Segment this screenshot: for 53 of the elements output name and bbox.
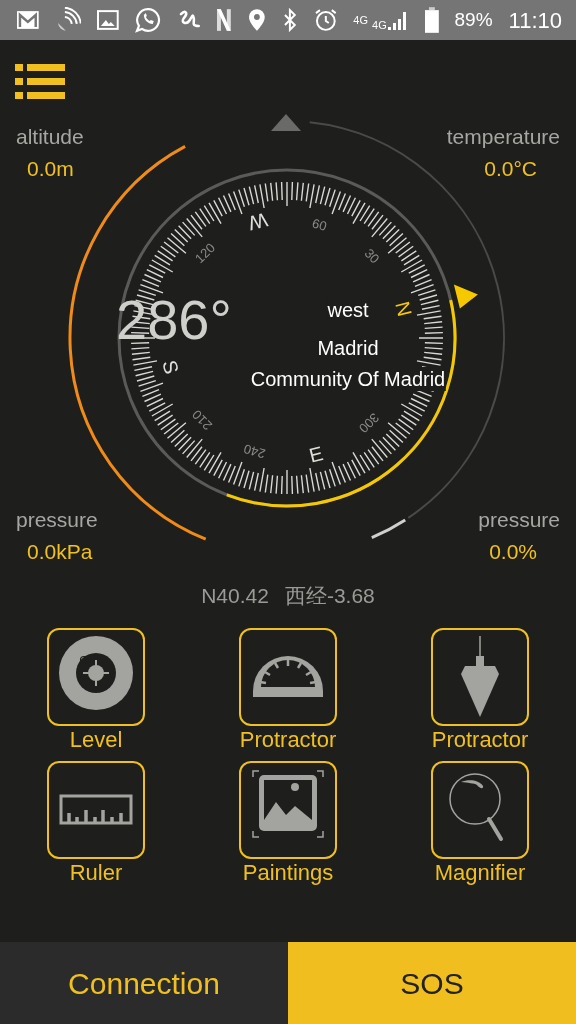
degree-label: 210 <box>189 407 216 433</box>
cardinal-label: W <box>246 208 270 235</box>
battery-percent: 89% <box>454 7 493 32</box>
reading-value: 0.0% <box>489 539 537 565</box>
latitude-text: N40.42 <box>201 583 269 609</box>
reading-label: pressure <box>478 507 560 533</box>
letter-logo-icon <box>216 8 233 32</box>
reading-value: 0.0m <box>27 156 74 182</box>
tool-label: Paintings <box>242 858 334 887</box>
tool-button[interactable] <box>431 628 529 726</box>
menu-icon[interactable] <box>15 64 65 100</box>
degree-label: 240 <box>242 441 267 462</box>
reading-value: 0.0°C <box>484 156 537 182</box>
degree-label: 300 <box>356 409 382 436</box>
battery-icon <box>424 7 439 33</box>
cardinal-label: S <box>158 357 183 377</box>
reading-value: 0.0kPa <box>27 539 93 565</box>
ruler-icon <box>59 794 133 826</box>
degree-label: 60 <box>310 215 329 234</box>
tool-button[interactable] <box>47 628 145 726</box>
reading-label: temperature <box>446 124 560 150</box>
tool-label: Level <box>69 726 123 754</box>
region-text: Community Of Madrid <box>250 367 446 391</box>
tool-label: Protractor <box>239 726 337 754</box>
reading-label: altitude <box>16 124 84 150</box>
tool-button[interactable] <box>239 628 337 726</box>
satellite-icon <box>55 7 82 33</box>
alarm-clock-icon <box>313 8 338 32</box>
chat-bubble-icon <box>135 7 161 33</box>
network-type: 4G <box>372 20 387 31</box>
tool-label: Magnifier <box>434 858 526 887</box>
cardinal-label: N <box>391 299 416 319</box>
location-pin-icon <box>248 8 266 32</box>
clock-time: 11:10 <box>508 6 562 35</box>
tool-button[interactable] <box>431 760 529 859</box>
degree-label: 120 <box>192 240 218 267</box>
tool-label: Protractor <box>431 726 529 754</box>
sos-button[interactable]: SOS <box>288 942 576 1024</box>
tool-label: Ruler <box>69 858 123 887</box>
image-icon <box>97 10 120 30</box>
pointer-icon <box>271 114 301 131</box>
signal-icon <box>386 9 409 31</box>
reading-label: pressure <box>16 507 98 533</box>
mail-icon <box>16 10 40 30</box>
north-pointer-icon <box>453 284 478 309</box>
tool-button[interactable] <box>47 760 145 859</box>
degree-label: 30 <box>361 245 383 267</box>
network-type: 4G <box>353 14 369 26</box>
tool-button[interactable] <box>239 760 337 859</box>
heading-degrees: 286° <box>116 292 232 348</box>
connection-button[interactable]: Connection <box>0 942 288 1024</box>
longitude-text: 西经-3.68 <box>284 583 375 609</box>
cardinal-label: E <box>306 442 326 467</box>
